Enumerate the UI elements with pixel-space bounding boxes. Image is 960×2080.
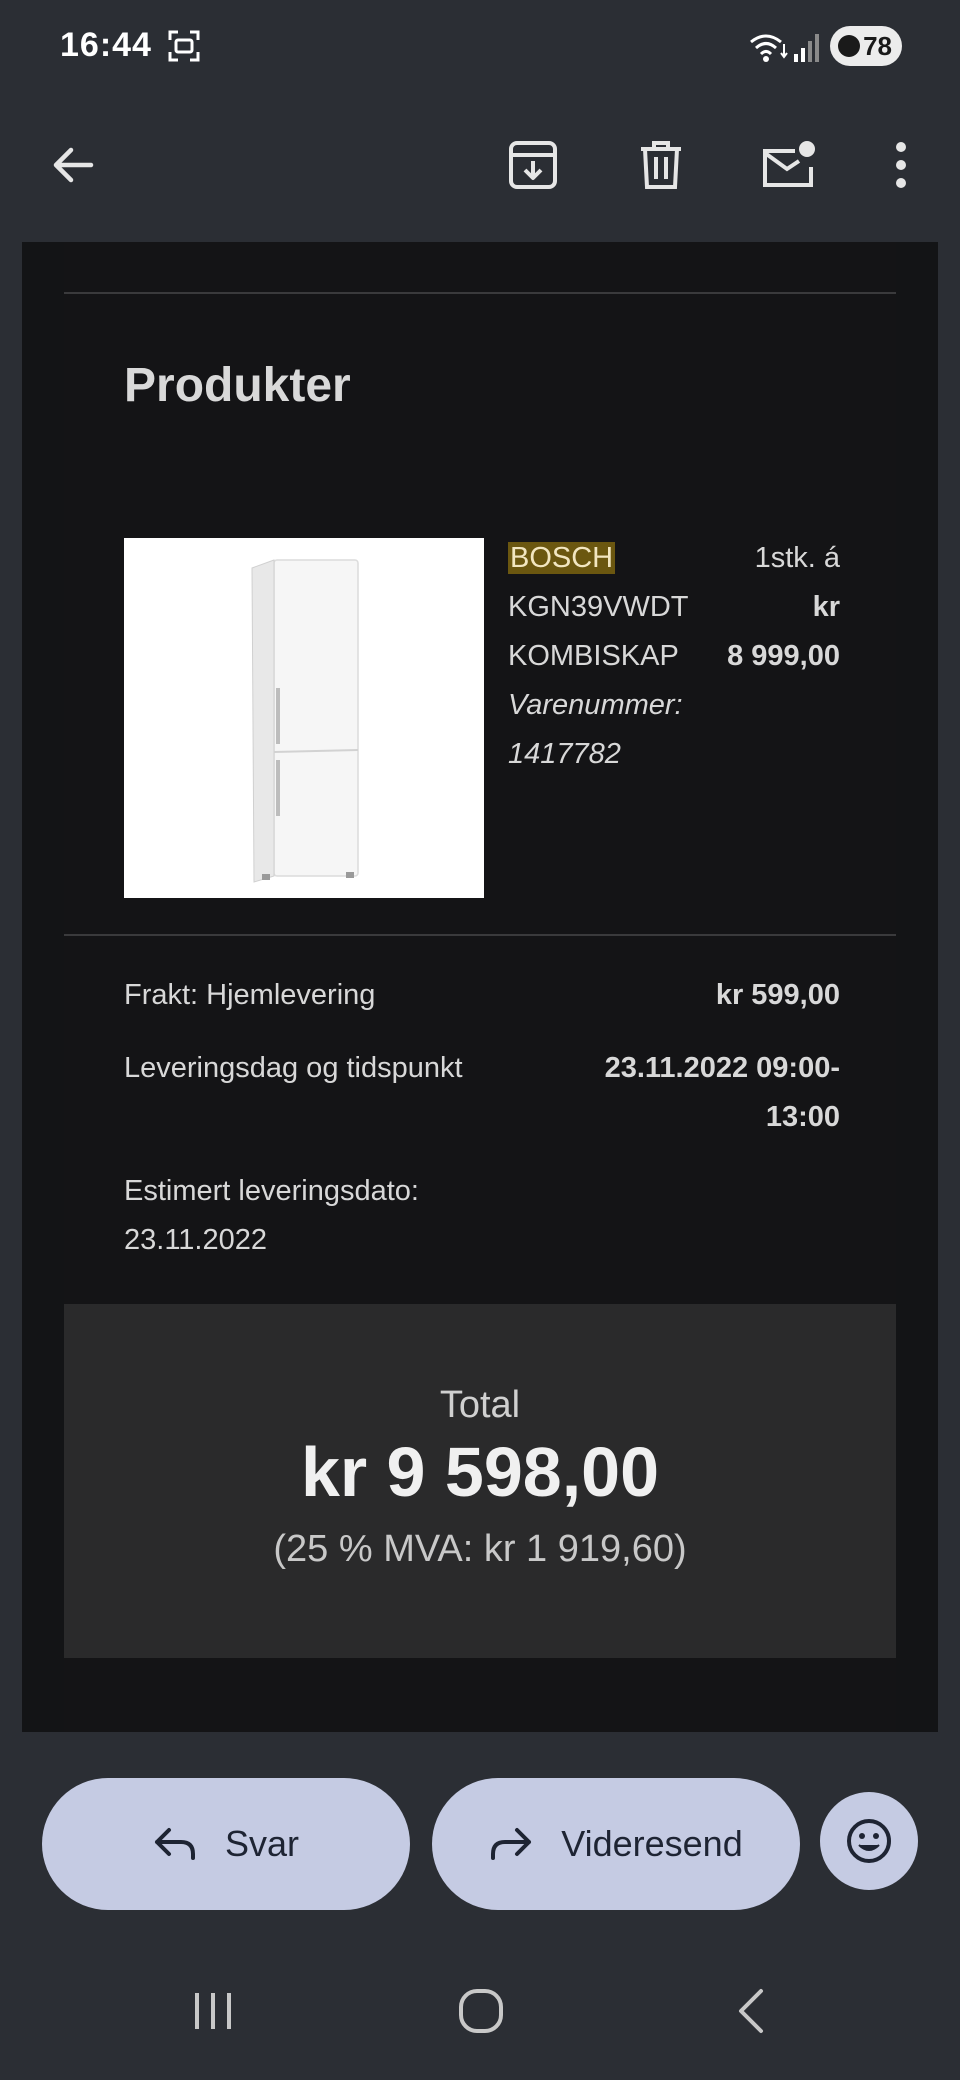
item-number: 1417782 [508, 738, 621, 770]
chevron-left-icon [739, 1989, 763, 2033]
product-type: KOMBISKAP [508, 640, 679, 672]
divider [64, 292, 896, 294]
screenshot-icon [168, 30, 200, 62]
email-toolbar [0, 92, 960, 242]
total-label: Total [439, 1384, 521, 1426]
back-button[interactable] [38, 130, 108, 200]
archive-icon [509, 141, 557, 189]
mark-unread-icon [763, 141, 815, 187]
vat-text: (25 % MVA: kr 1 919,60) [273, 1528, 687, 1570]
delete-icon [641, 141, 681, 189]
divider [64, 934, 896, 936]
reply-label: Svar [224, 1823, 300, 1864]
product-image[interactable] [124, 538, 484, 898]
battery-saver-icon [838, 35, 860, 57]
item-number-label: Varenummer: [508, 689, 683, 721]
status-time: 16:44 [60, 26, 152, 64]
quantity-text: 1stk. á [754, 542, 840, 574]
total-box: Total kr 9 598,00 (25 % MVA: kr 1 919,60… [64, 1304, 896, 1658]
forward-button[interactable]: Videresend [432, 1778, 800, 1910]
battery-indicator: 78 [830, 26, 902, 66]
home-icon [459, 1989, 503, 2033]
estimated-date: 23.11.2022 [124, 1224, 267, 1256]
product-model: KGN39VWDT [508, 591, 689, 623]
recents-icon [195, 1993, 231, 2029]
order-receipt: Produkter BOSCH KGN39VWDT KOMBISKAP Vare… [64, 242, 896, 1732]
wifi-icon [750, 34, 788, 62]
forward-label: Videresend [561, 1823, 743, 1864]
nav-back-button[interactable] [716, 1976, 786, 2046]
back-arrow-icon [53, 147, 94, 183]
signal-icon [794, 34, 819, 62]
reply-icon [154, 1828, 195, 1860]
estimated-delivery: Estimert leveringsdato: 23.11.2022 [124, 1167, 419, 1265]
system-nav-bar [0, 1942, 960, 2080]
fridge-illustration [251, 559, 359, 883]
reply-bar: Svar Videresend [0, 1732, 960, 1942]
emoji-icon [847, 1819, 891, 1863]
estimated-label: Estimert leveringsdato: [124, 1175, 419, 1207]
forward-icon [491, 1828, 532, 1860]
archive-button[interactable] [498, 130, 568, 200]
shipping-label: Frakt: Hjemlevering [124, 979, 376, 1011]
product-brand: BOSCH [508, 542, 616, 574]
home-button[interactable] [446, 1976, 516, 2046]
section-title: Produkter [124, 359, 351, 412]
price-value: 8 999,00 [727, 640, 840, 672]
reply-button[interactable]: Svar [42, 1778, 410, 1910]
product-price: 1stk. á kr 8 999,00 [704, 534, 840, 681]
shipping-price: kr 599,00 [715, 979, 840, 1011]
product-info: BOSCH KGN39VWDT KOMBISKAP Varenummer: 14… [508, 534, 688, 779]
status-bar: 16:44 78 [0, 0, 960, 92]
battery-level: 78 [863, 30, 892, 61]
delete-button[interactable] [626, 130, 696, 200]
delivery-slot-value: 23.11.2022 09:00- 13:00 [605, 1044, 840, 1142]
emoji-reaction-button[interactable] [820, 1792, 918, 1890]
delivery-slot-label: Leveringsdag og tidspunkt [124, 1052, 463, 1084]
price-currency: kr [812, 591, 840, 623]
recents-button[interactable] [178, 1976, 248, 2046]
delivery-slot-line1: 23.11.2022 09:00- [604, 1052, 840, 1084]
more-options-button[interactable] [866, 130, 936, 200]
email-body[interactable]: Produkter BOSCH KGN39VWDT KOMBISKAP Vare… [22, 242, 938, 1732]
more-vert-icon [896, 142, 906, 188]
mark-unread-button[interactable] [754, 130, 824, 200]
delivery-slot-line2: 13:00 [765, 1101, 840, 1133]
total-amount: kr 9 598,00 [300, 1433, 660, 1511]
